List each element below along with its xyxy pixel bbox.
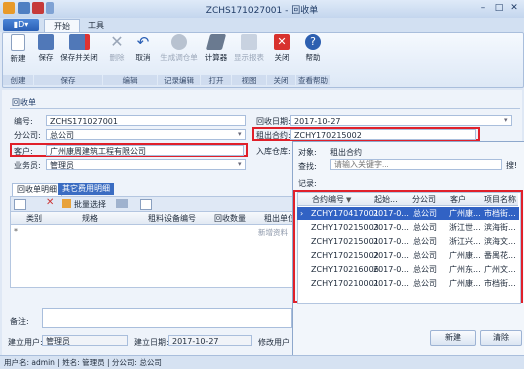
tab-detail[interactable]: 回收单明细 bbox=[12, 183, 62, 196]
date-label: 回收日期: bbox=[256, 117, 291, 126]
new-row-star-icon: * bbox=[14, 227, 18, 236]
branch-label: 分公司: bbox=[14, 131, 41, 140]
undo-icon: ↶ bbox=[136, 33, 150, 51]
batch-select-icon bbox=[62, 199, 71, 208]
save-close-button[interactable]: 保存并关闭 bbox=[58, 34, 100, 68]
tab-start[interactable]: 开始 bbox=[44, 19, 80, 33]
warehouse-label: 入库仓库: bbox=[256, 147, 291, 156]
object-value: 租出合约 bbox=[330, 148, 362, 157]
group-close: 关闭 bbox=[267, 75, 295, 85]
help-button[interactable]: ? 帮助 bbox=[301, 34, 325, 68]
report-button[interactable]: 显示报表 bbox=[234, 34, 264, 68]
filter-icon[interactable]: ▼ bbox=[346, 194, 351, 206]
grid-add-hint: 新增资料 bbox=[258, 228, 288, 237]
new-button[interactable]: 新建 bbox=[5, 34, 31, 68]
date-dropdown-icon[interactable]: ▾ bbox=[504, 116, 508, 124]
group-create: 创建 bbox=[3, 75, 33, 85]
record-row[interactable]: › ZCHY170417001 2017-0... 总公司 广州康... 市档街… bbox=[297, 207, 519, 220]
group-save: 保存 bbox=[34, 75, 102, 85]
save-button[interactable]: 保存 bbox=[35, 34, 57, 68]
close-window-button[interactable]: ✕ bbox=[507, 2, 521, 14]
row-indicator-icon: › bbox=[300, 209, 304, 218]
window-title: ZCHS171027001 - 回收单 bbox=[205, 6, 319, 16]
generate-button[interactable]: 生成调仓单 bbox=[160, 34, 198, 68]
record-row[interactable]: ZCHY170215003 2017-0... 总公司 浙江世... 滨海街..… bbox=[297, 221, 519, 234]
no-label: 编号: bbox=[14, 117, 33, 126]
records-col-project[interactable]: 项目名称 bbox=[484, 194, 516, 206]
creator-field: 管理员 bbox=[42, 335, 128, 346]
creator-label: 建立用户: bbox=[8, 338, 43, 347]
popup-cancel-button[interactable]: 清除 bbox=[480, 330, 522, 346]
group-view: 视图 bbox=[232, 75, 266, 85]
branch-field[interactable]: 总公司 bbox=[46, 129, 246, 140]
cancel-button[interactable]: ↶ 取消 bbox=[131, 34, 155, 68]
save-disk-icon bbox=[38, 34, 54, 50]
grid-col-category[interactable]: 类别 bbox=[26, 213, 42, 224]
no-field[interactable]: ZCHS171027001 bbox=[46, 115, 246, 126]
popup-ok-button[interactable]: 新建 bbox=[430, 330, 476, 346]
records-label: 记录: bbox=[298, 179, 317, 188]
help-question-icon: ? bbox=[305, 34, 321, 50]
tools-icon bbox=[171, 34, 187, 50]
record-row[interactable]: ZCHY170215002 2017-0... 总公司 广州康... 番禺花..… bbox=[297, 249, 519, 262]
records-col-branch[interactable]: 分公司 bbox=[412, 194, 436, 206]
delete-x-icon: ✕ bbox=[110, 32, 124, 51]
maximize-button[interactable]: □ bbox=[492, 2, 506, 14]
tab-other-fees[interactable]: 其它费用明细 bbox=[58, 183, 114, 195]
contract-field[interactable]: ZCHY170215002 bbox=[290, 129, 476, 140]
section-title: 回收单 bbox=[12, 98, 36, 107]
created-date-field: 2017-10-27 bbox=[168, 335, 252, 346]
customer-field[interactable]: 广州康周建筑工程有限公司 bbox=[46, 145, 244, 156]
grid-col-spec[interactable]: 规格 bbox=[82, 213, 98, 224]
record-row[interactable]: ZCHY170216006 2017-0... 总公司 广州东... 广州文..… bbox=[297, 263, 519, 276]
group-help: 查看帮助 bbox=[296, 75, 330, 85]
date-field[interactable]: 2017-10-27 bbox=[290, 115, 512, 126]
records-col-contract[interactable]: 合约编号 bbox=[312, 194, 344, 206]
contract-label: 租出合约: bbox=[256, 131, 291, 140]
search-button[interactable]: 搜! bbox=[506, 160, 517, 171]
calculator-button[interactable]: 计算器 bbox=[202, 34, 230, 68]
app-menu-button[interactable]: ▮D▾ bbox=[3, 19, 39, 31]
print-icon[interactable] bbox=[116, 199, 128, 208]
remark-field[interactable] bbox=[42, 308, 292, 328]
close-x-icon: ✕ bbox=[274, 34, 290, 50]
tab-tools[interactable]: 工具 bbox=[82, 19, 110, 32]
staff-field[interactable]: 管理员 bbox=[46, 159, 246, 170]
minimize-button[interactable]: – bbox=[476, 2, 490, 14]
records-col-customer[interactable]: 客户 bbox=[450, 194, 466, 206]
report-icon bbox=[241, 34, 257, 50]
search-label: 查找: bbox=[298, 162, 317, 171]
search-input[interactable] bbox=[330, 159, 502, 170]
record-row[interactable]: ZCHY170215001 2017-0... 总公司 浙江兴... 滨海文..… bbox=[297, 235, 519, 248]
object-label: 对象: bbox=[298, 148, 317, 157]
branch-dropdown-icon[interactable]: ▾ bbox=[238, 130, 242, 138]
delete-row-icon[interactable]: ✕ bbox=[46, 197, 54, 208]
add-row-icon[interactable] bbox=[14, 199, 26, 210]
calculator-icon bbox=[205, 34, 227, 50]
new-document-icon bbox=[11, 34, 25, 51]
status-text: 用户名: admin | 姓名: 管理员 | 分公司: 总公司 bbox=[4, 358, 162, 367]
records-col-start[interactable]: 起始... bbox=[374, 194, 398, 206]
save-close-icon bbox=[68, 34, 90, 50]
group-edit: 编辑 bbox=[103, 75, 157, 85]
created-date-label: 建立日期: bbox=[134, 338, 169, 347]
customer-label: 客户: bbox=[14, 147, 33, 156]
export-icon[interactable] bbox=[140, 199, 152, 210]
group-record: 记录编辑 bbox=[158, 75, 200, 85]
staff-label: 业务员: bbox=[14, 161, 41, 170]
batch-select-button[interactable]: 批量选择 bbox=[74, 199, 106, 210]
delete-button[interactable]: ✕ 删除 bbox=[106, 34, 128, 68]
remark-label: 备注: bbox=[10, 317, 29, 326]
grid-col-quantity[interactable]: 回收数量 bbox=[214, 213, 246, 224]
group-open: 打开 bbox=[201, 75, 231, 85]
close-button[interactable]: ✕ 关闭 bbox=[271, 34, 293, 68]
modifier-label: 修改用户 bbox=[258, 338, 290, 347]
record-row[interactable]: ZCHY170210001 2017-0... 总公司 广州康... 市档街..… bbox=[297, 277, 519, 290]
section-divider bbox=[10, 108, 520, 109]
grid-col-equipment[interactable]: 租料设备编号 bbox=[148, 213, 196, 224]
staff-dropdown-icon[interactable]: ▾ bbox=[238, 160, 242, 168]
